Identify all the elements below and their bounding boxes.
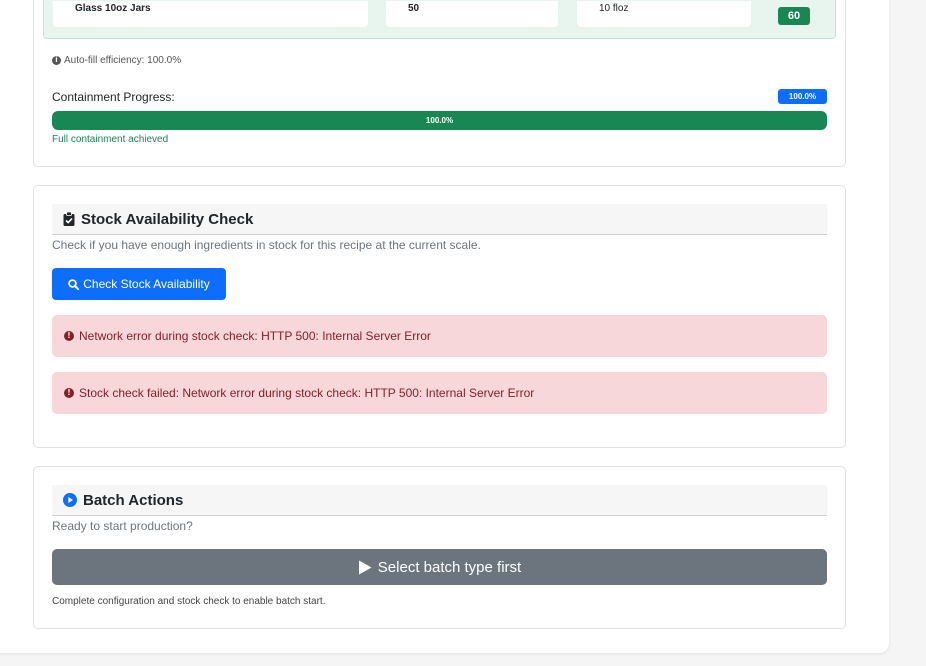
search-icon — [68, 278, 80, 290]
check-stock-button[interactable]: Check Stock Availability — [52, 268, 226, 300]
batch-start-hint: Complete configuration and stock check t… — [52, 596, 326, 607]
stock-check-description: Check if you have enough ingredients in … — [52, 238, 481, 252]
container-name: Glass 10oz Jars — [53, 1, 368, 27]
batch-actions-title: Batch Actions — [83, 491, 184, 509]
stock-check-title: Stock Availability Check — [81, 210, 254, 228]
container-row: Glass 10oz Jars 50 10 floz 60 — [43, 0, 836, 39]
containment-status: Full containment achieved — [52, 134, 169, 145]
clipboard-check-icon — [63, 212, 75, 226]
stock-check-card: Stock Availability Check Check if you ha… — [33, 185, 846, 448]
container-count-badge: 60 — [778, 7, 810, 25]
exclamation-circle-icon: ! — [64, 388, 74, 398]
containment-progress-label: Containment Progress: — [52, 90, 175, 104]
start-batch-button-label: Select batch type first — [377, 558, 522, 576]
start-batch-button[interactable]: Select batch type first — [52, 549, 827, 585]
batch-actions-header: Batch Actions — [52, 485, 827, 516]
containment-progress-fill: 100.0% — [52, 111, 827, 130]
play-circle-icon — [63, 493, 77, 507]
stock-failed-alert: ! Stock check failed: Network error duri… — [52, 372, 827, 414]
stock-error-text: Network error during stock check: HTTP 5… — [79, 329, 431, 343]
containment-card: Glass 10oz Jars 50 10 floz 60 i Auto-fil… — [33, 0, 846, 167]
container-quantity: 50 — [386, 1, 558, 27]
play-icon — [358, 560, 372, 574]
stock-failed-text: Stock check failed: Network error during… — [79, 386, 535, 400]
batch-actions-description: Ready to start production? — [52, 519, 193, 533]
auto-fill-info: i Auto-fill efficiency: 100.0% — [52, 55, 181, 66]
exclamation-circle-icon: ! — [64, 331, 74, 341]
check-stock-button-label: Check Stock Availability — [83, 277, 210, 291]
info-circle-icon: i — [52, 56, 61, 65]
container-capacity: 10 floz — [577, 1, 751, 27]
auto-fill-text: Auto-fill efficiency: 100.0% — [64, 55, 182, 66]
stock-check-header: Stock Availability Check — [52, 204, 827, 235]
containment-progress-bar: 100.0% — [52, 111, 827, 130]
batch-actions-card: Batch Actions Ready to start production?… — [33, 466, 846, 629]
stock-error-alert: ! Network error during stock check: HTTP… — [52, 315, 827, 357]
containment-progress-badge: 100.0% — [778, 89, 827, 104]
